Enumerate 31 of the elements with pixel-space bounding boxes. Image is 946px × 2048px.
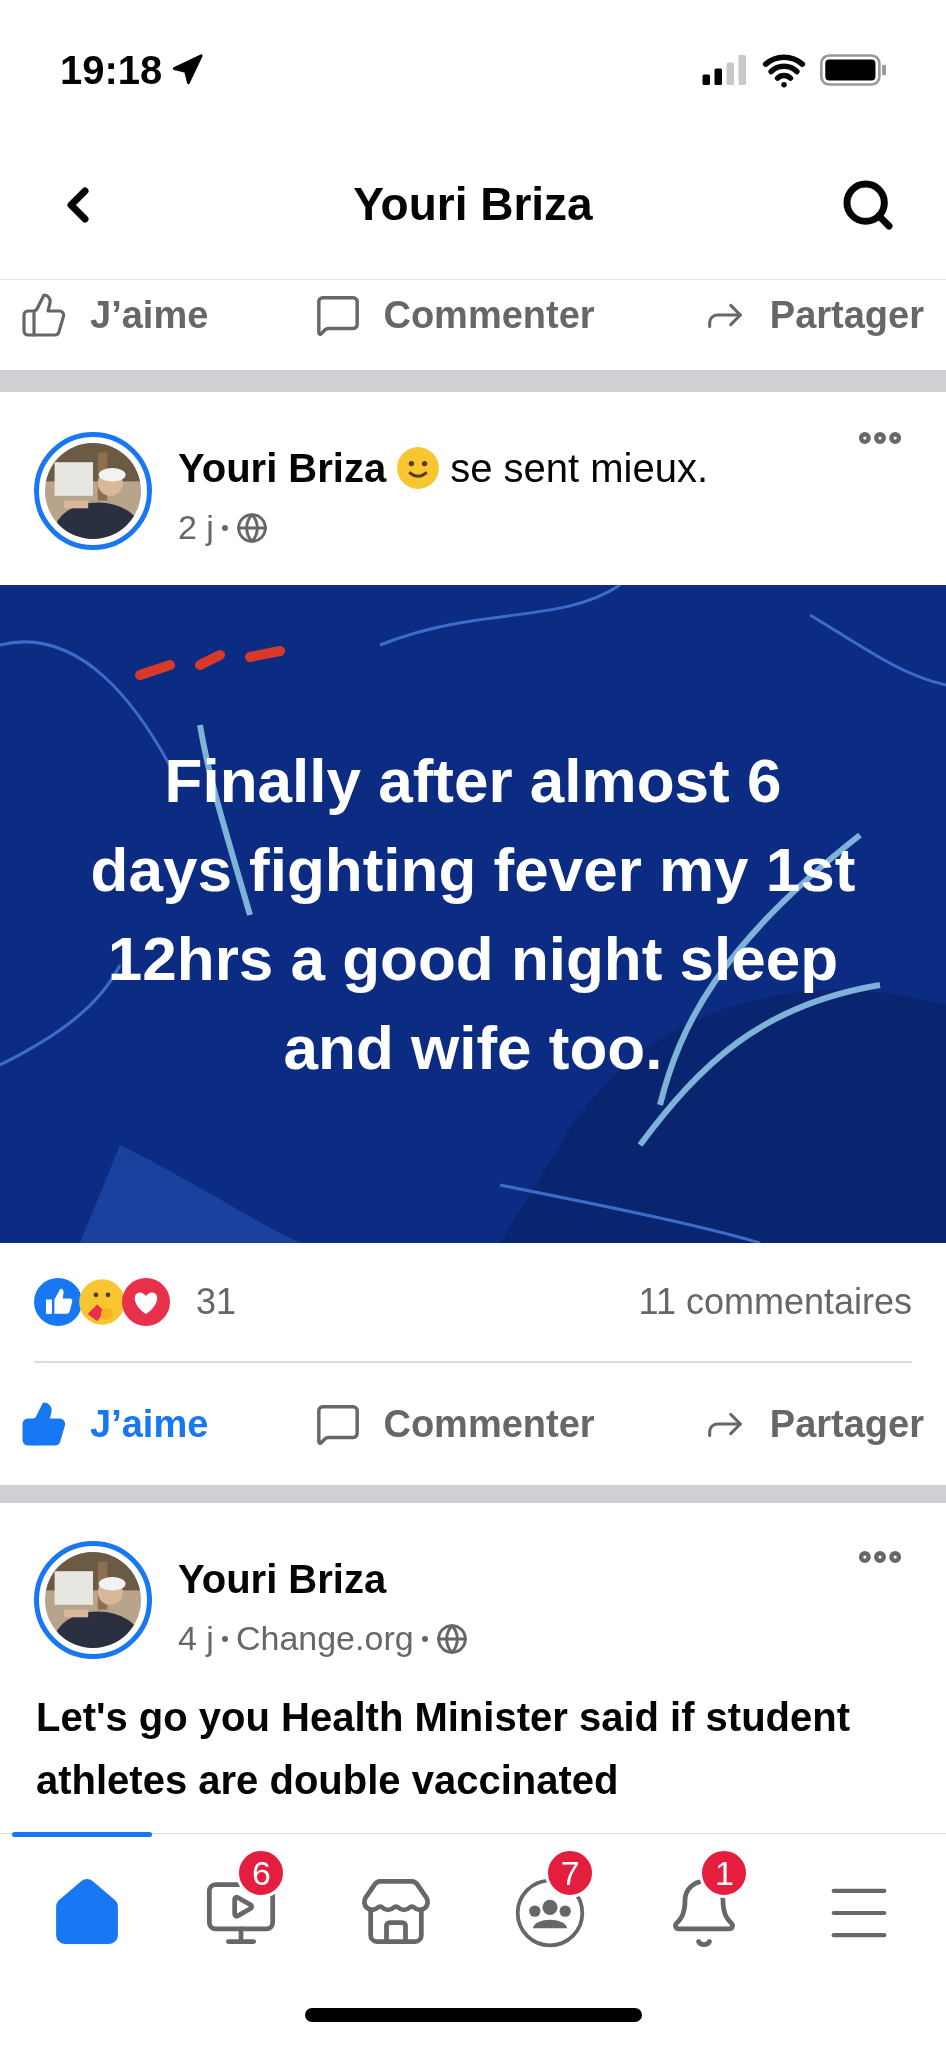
comment-count[interactable]: 11 commentaires: [638, 1275, 912, 1329]
smiley-icon: [396, 446, 441, 490]
status-time: 19:18: [60, 47, 163, 94]
avatar[interactable]: [34, 1541, 152, 1659]
author-name[interactable]: Youri Briza: [178, 1549, 828, 1609]
share-button[interactable]: Partager: [701, 286, 924, 344]
globe-icon: [235, 511, 268, 544]
comment-button[interactable]: Commenter: [315, 286, 595, 344]
comment-button[interactable]: Commenter: [315, 1395, 595, 1453]
thumbs-up-icon: [20, 1400, 68, 1448]
reaction-count[interactable]: 31: [196, 1275, 237, 1329]
header-title: Youri Briza: [353, 177, 593, 232]
post-meta: 4 j: [178, 1618, 214, 1659]
like-reaction-icon: [34, 1278, 82, 1326]
share-button[interactable]: Partager: [701, 1395, 924, 1453]
post-background-text: Finally after almost 6 days fighting fever my 1st 12hrs a good night sleep and wife too.: [89, 745, 857, 1084]
heart-reaction-icon: [122, 1278, 170, 1326]
post-meta: 2 j: [178, 507, 214, 548]
hug-emoji-icon: [78, 1278, 126, 1326]
battery-icon: [820, 54, 886, 86]
signal-icon: [702, 55, 748, 85]
location-arrow-icon: [170, 53, 205, 87]
thumbs-up-icon: [20, 291, 68, 339]
author-name[interactable]: Youri Briza: [178, 438, 387, 498]
globe-icon: [435, 1622, 468, 1655]
feeling-text: se sent mieux.: [450, 445, 709, 492]
post-text: Let's go you Health Minister said if student athletes are double vaccinated: [35, 1694, 852, 1804]
avatar[interactable]: [34, 432, 152, 550]
like-button[interactable]: J’aime: [20, 286, 209, 344]
like-button[interactable]: J’aime: [20, 1395, 209, 1453]
post-meta: Change.org: [235, 1618, 414, 1659]
